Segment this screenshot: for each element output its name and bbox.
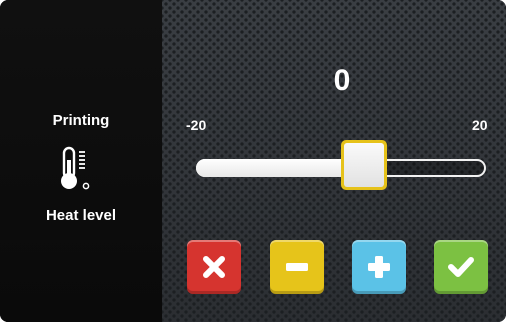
confirm-button[interactable] xyxy=(434,240,488,294)
current-value: 0 xyxy=(333,64,351,97)
decrease-button[interactable] xyxy=(270,240,324,294)
cancel-button[interactable] xyxy=(187,240,241,294)
status-panel: Printing Heat level xyxy=(0,0,162,322)
status-label: Printing xyxy=(52,112,110,129)
checkmark-icon xyxy=(448,257,474,277)
heat-slider[interactable] xyxy=(196,140,486,192)
close-icon xyxy=(203,256,225,278)
max-label: 20 xyxy=(472,117,488,133)
thermometer-icon xyxy=(61,146,90,190)
mode-label: Heat level xyxy=(45,207,117,224)
slider-thumb-face xyxy=(344,143,384,187)
minus-icon xyxy=(286,263,308,271)
slider-thumb[interactable] xyxy=(341,140,387,190)
plus-icon xyxy=(368,256,390,278)
slider-fill xyxy=(196,159,361,177)
min-label: -20 xyxy=(186,117,207,133)
increase-button[interactable] xyxy=(352,240,406,294)
printer-display: Printing Heat level 0 -20 20 xyxy=(0,0,506,322)
